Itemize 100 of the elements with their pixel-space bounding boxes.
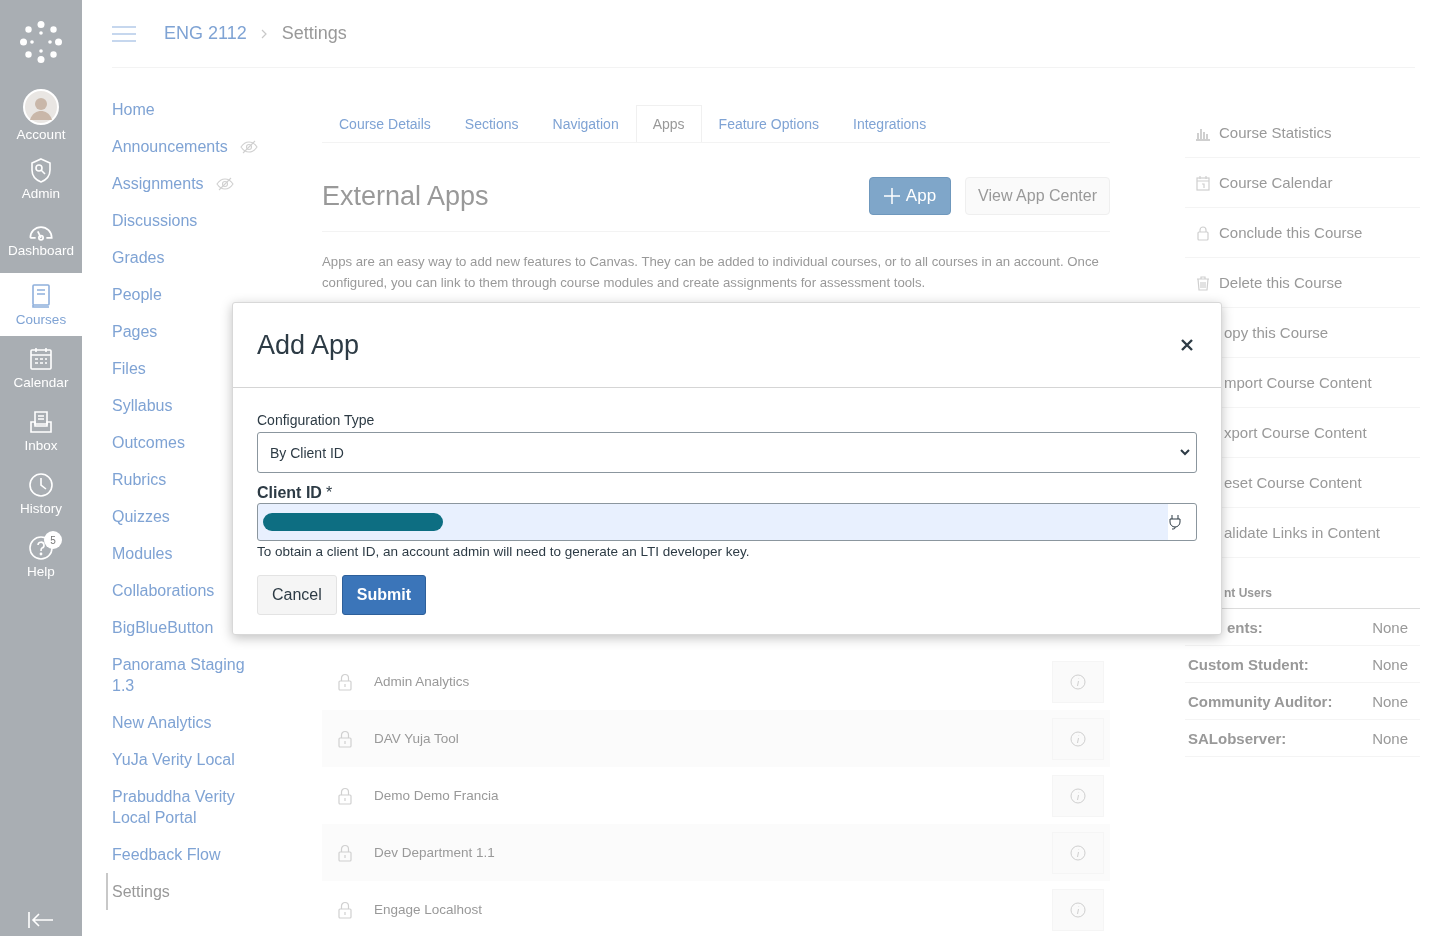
sidebar-action-link[interactable]: Conclude this Course xyxy=(1219,224,1363,241)
course-nav-link[interactable]: New Analytics xyxy=(112,712,212,733)
required-mark: * xyxy=(325,484,333,502)
course-nav-link[interactable]: Home xyxy=(112,99,155,120)
info-button[interactable] xyxy=(1052,774,1104,817)
lock-icon xyxy=(338,786,352,805)
nav-item[interactable]: Courses xyxy=(0,273,82,336)
nav-item[interactable]: Inbox xyxy=(0,399,82,462)
breadcrumb-current: Settings xyxy=(281,23,347,44)
view-app-center-button[interactable]: View App Center xyxy=(965,177,1110,215)
course-nav-link[interactable]: Assignments xyxy=(112,173,204,194)
trash-icon xyxy=(1195,274,1211,291)
info-icon xyxy=(1070,901,1086,918)
breadcrumb-link[interactable]: ENG 2112 xyxy=(164,23,247,44)
app-name: Demo Demo Francia xyxy=(374,788,499,803)
dialog-title: Add App xyxy=(257,329,360,361)
configuration-select[interactable]: By Client ID xyxy=(257,432,1197,473)
calendar-icon xyxy=(27,345,55,373)
caret-icon xyxy=(1180,449,1190,456)
course-nav-link[interactable]: Modules xyxy=(112,543,173,564)
role-count: None xyxy=(1372,655,1408,673)
clock-icon xyxy=(27,471,55,499)
course-nav-link[interactable]: Settings xyxy=(112,881,170,902)
course-nav-link[interactable]: Prabuddha Verity Local Portal xyxy=(112,786,252,828)
course-nav-link[interactable]: Rubrics xyxy=(112,469,167,490)
role-label: Custom Student: xyxy=(1188,655,1309,673)
role-count: None xyxy=(1372,692,1408,710)
field-label: Configuration Type xyxy=(257,412,376,428)
info-button[interactable] xyxy=(1052,831,1104,874)
lock-icon xyxy=(338,843,352,862)
calendar-icon xyxy=(1195,174,1211,191)
cancel-button[interactable]: Cancel xyxy=(257,575,337,615)
nav-item[interactable]: Dashboard xyxy=(0,210,82,273)
gauge-icon xyxy=(29,225,53,241)
sidebar-action-link[interactable]: alidate Links in Content xyxy=(1224,524,1380,541)
course-nav-link[interactable]: Outcomes xyxy=(112,432,185,453)
sidebar-action-link[interactable]: Delete this Course xyxy=(1219,274,1343,291)
info-button[interactable] xyxy=(1052,660,1104,703)
settings-tab[interactable]: Feature Options xyxy=(701,105,836,142)
sidebar-action-link[interactable]: mport Course Content xyxy=(1224,374,1372,391)
info-icon xyxy=(1070,787,1086,804)
plus-icon xyxy=(883,188,900,204)
course-nav-link[interactable]: Files xyxy=(112,358,146,379)
lock-icon xyxy=(338,672,352,691)
nav-item[interactable]: History xyxy=(0,462,82,525)
role-label: ents: xyxy=(1226,618,1263,636)
settings-tab[interactable]: Apps xyxy=(635,105,702,142)
sidebar-action-link[interactable]: xport Course Content xyxy=(1224,424,1367,441)
info-icon xyxy=(1070,730,1086,747)
role-count: None xyxy=(1372,618,1408,636)
app-name: DAV Yuja Tool xyxy=(374,731,459,746)
logo-icon[interactable] xyxy=(19,20,63,64)
sidebar-action-link[interactable]: Course Calendar xyxy=(1219,174,1333,191)
course-nav-link[interactable]: Quizzes xyxy=(112,506,170,527)
description-text: Apps are an easy way to add new features to Canvas. They can be added to individual courses, or to all courses in an account. Once configured, you can link to them through course modules and create assignments for assessment tools. xyxy=(322,253,1100,292)
info-icon xyxy=(1070,673,1086,690)
role-label: Community Auditor: xyxy=(1188,692,1333,710)
nav-item[interactable]: Help 5 xyxy=(0,525,82,588)
settings-tab[interactable]: Integrations xyxy=(836,105,944,142)
settings-tab[interactable]: Sections xyxy=(447,105,536,142)
info-button[interactable] xyxy=(1052,888,1104,931)
lock-icon xyxy=(338,729,352,748)
nav-item[interactable]: Calendar xyxy=(0,336,82,399)
nav-item[interactable]: Account xyxy=(0,84,82,147)
app-name: Engage Localhost xyxy=(374,902,483,917)
chevron-icon xyxy=(260,28,268,39)
add-app-button[interactable]: App xyxy=(868,177,952,215)
help-text: To obtain a client ID, an account admin will need to generate an LTI developer key. xyxy=(257,544,751,559)
sidebar-action-link[interactable]: Course Statistics xyxy=(1219,124,1332,141)
course-nav-link[interactable]: Syllabus xyxy=(112,395,173,416)
course-nav-link[interactable]: BigBlueButton xyxy=(112,617,214,638)
lock-icon xyxy=(1195,224,1211,241)
avatar-icon xyxy=(23,89,59,125)
help-icon xyxy=(27,534,55,562)
course-nav-link[interactable]: Grades xyxy=(112,247,165,268)
lock-icon xyxy=(338,900,352,919)
sidebar-action-link[interactable]: opy this Course xyxy=(1224,324,1329,341)
page-title: External Apps xyxy=(322,180,489,212)
settings-tab[interactable]: Navigation xyxy=(535,105,636,142)
course-nav-link[interactable]: Announcements xyxy=(112,136,228,157)
info-icon xyxy=(1070,844,1086,861)
course-nav-link[interactable]: Panorama Staging 1.3 xyxy=(112,654,252,696)
inbox-icon xyxy=(27,408,55,436)
client-id-field[interactable] xyxy=(257,503,1197,541)
plug-icon xyxy=(1168,514,1182,530)
app-name: Admin Analytics xyxy=(374,674,470,689)
course-nav-link[interactable]: People xyxy=(112,284,162,305)
course-nav-link[interactable]: Feedback Flow xyxy=(112,844,221,865)
course-nav-link[interactable]: YuJa Verity Local xyxy=(112,749,235,770)
settings-tab[interactable]: Course Details xyxy=(322,105,448,142)
menu-icon[interactable] xyxy=(112,24,136,43)
submit-button[interactable]: Submit xyxy=(341,575,427,615)
course-nav-link[interactable]: Discussions xyxy=(112,210,198,231)
role-label: SALobserver: xyxy=(1188,729,1287,747)
course-nav-link[interactable]: Collaborations xyxy=(112,580,215,601)
sidebar-action-link[interactable]: eset Course Content xyxy=(1224,474,1362,491)
course-nav-link[interactable]: Pages xyxy=(112,321,158,342)
collapse-icon[interactable] xyxy=(27,911,55,929)
info-button[interactable] xyxy=(1052,717,1104,760)
nav-item[interactable]: Admin xyxy=(0,147,82,210)
